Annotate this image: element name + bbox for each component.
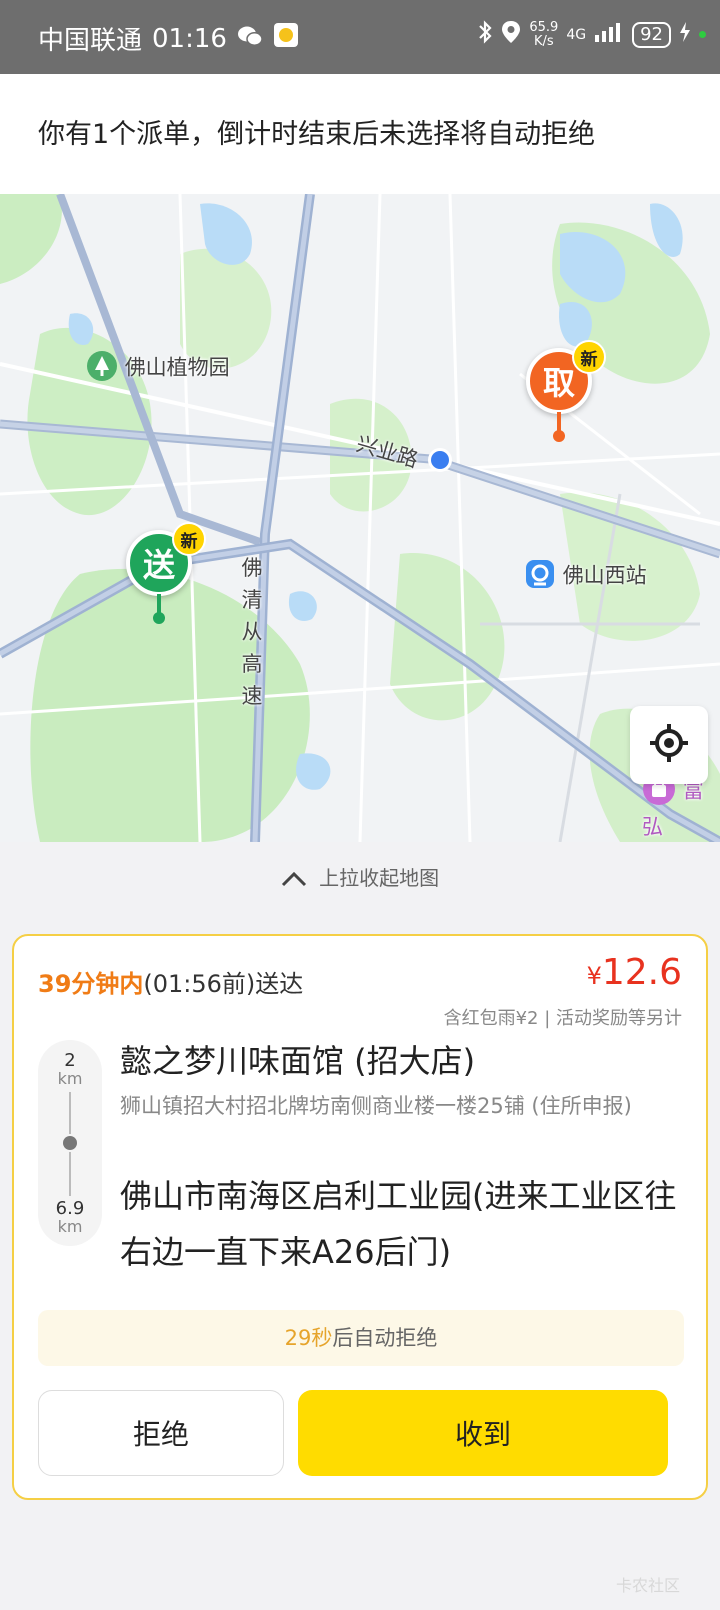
network-type: 4G [566,26,587,43]
eta-rest: (01:56前)送达 [143,970,304,998]
green-status-dot [699,31,706,38]
net-speed: 65.9 K/s [529,19,559,49]
map-view[interactable]: 佛山植物园 兴业路 佛山西站 佛清从高速 富弘 取 新 送 新 [0,194,720,842]
route-line-bottom [69,1152,71,1196]
poi-foshan-west-station[interactable]: 佛山西站 [524,558,647,595]
dropoff-new-badge: 新 [172,522,206,556]
eta-highlight: 39分钟内 [38,970,144,998]
route-distance-indicator: 2 km 6.9 km [38,1040,102,1246]
location-icon [501,20,521,49]
map-canvas [0,194,720,842]
watermark: 卡农社区 [615,1576,680,1595]
bluetooth-icon [477,20,493,49]
pickup-address: 狮山镇招大村招北牌坊南侧商业楼一楼25铺 (住所申报) [120,1094,632,1118]
pickup-pin-stem [557,412,561,432]
poi-foshan-west-station-label: 佛山西站 [562,563,647,588]
charging-icon [679,21,691,48]
price-value: 12.6 [601,952,682,993]
delivery-eta: 39分钟内(01:56前)送达 [38,964,303,999]
status-left: 中国联通 01:16 [38,20,299,57]
status-bar: 中国联通 01:16 65.9 K/s 4G 92 [0,0,720,74]
dispatch-notice-text: 你有1个派单，倒计时结束后未选择将自动拒绝 [38,119,596,150]
status-right: 65.9 K/s 4G 92 [477,20,706,49]
chevron-up-icon [281,868,307,892]
dispatch-notice: 你有1个派单，倒计时结束后未选择将自动拒绝 [0,74,720,194]
accept-button[interactable]: 收到 [298,1390,668,1476]
poi-botanical-garden[interactable]: 佛山植物园 [86,350,230,387]
park-icon [86,350,118,387]
pickup-distance-value: 2 [64,1050,76,1071]
collapse-map-label: 上拉收起地图 [319,866,440,890]
dropoff-distance-value: 6.9 [55,1198,85,1219]
order-card: 39分钟内(01:56前)送达 ¥12.6 含红包雨¥2 | 活动奖励等另计 2… [12,934,708,1500]
train-station-icon [524,558,556,595]
carrier-label: 中国联通 [38,26,143,56]
net-speed-unit: K/s [534,33,554,49]
collapse-map-handle[interactable]: 上拉收起地图 [0,862,720,892]
price-symbol: ¥ [586,962,602,990]
dropoff-pin-dot [153,612,165,624]
dropoff-address: 佛山市南海区启利工业园(进来工业区往右边一直下来A26后门) [120,1177,677,1271]
pickup-new-badge: 新 [572,340,606,374]
dropoff-distance: 6.9 km [38,1200,102,1236]
countdown-text: 后自动拒绝 [332,1326,438,1350]
clock: 01:16 [152,23,227,54]
battery-indicator: 92 [632,21,671,48]
dropoff-distance-unit: km [57,1217,83,1236]
pickup-pin[interactable]: 取 新 [526,340,606,442]
auto-reject-countdown: 29秒后自动拒绝 [38,1310,684,1366]
route-line-top [69,1092,71,1134]
reject-button[interactable]: 拒绝 [38,1390,284,1476]
net-speed-value: 65.9 [529,19,559,35]
wechat-icon [237,24,263,54]
countdown-seconds: 29秒 [284,1326,333,1350]
crosshair-icon [648,722,690,768]
app-notification-icon [273,22,299,55]
pickup-pin-dot [553,430,565,442]
order-price: ¥12.6 [587,952,682,993]
dropoff-pin-stem [157,594,161,614]
pickup-store-name: 懿之梦川味面馆 (招大店) [120,1042,476,1080]
pickup-distance: 2 km [38,1052,102,1088]
poi-botanical-garden-label: 佛山植物园 [124,355,230,380]
price-note: 含红包雨¥2 | 活动奖励等另计 [443,1008,682,1029]
pickup-distance-unit: km [57,1069,83,1088]
route-node-icon [63,1136,77,1150]
signal-icon [594,21,624,48]
road-label-foqing-highway: 佛清从高速 [241,556,263,708]
dropoff-pin[interactable]: 送 新 [126,522,206,624]
locate-me-button[interactable] [630,706,708,784]
